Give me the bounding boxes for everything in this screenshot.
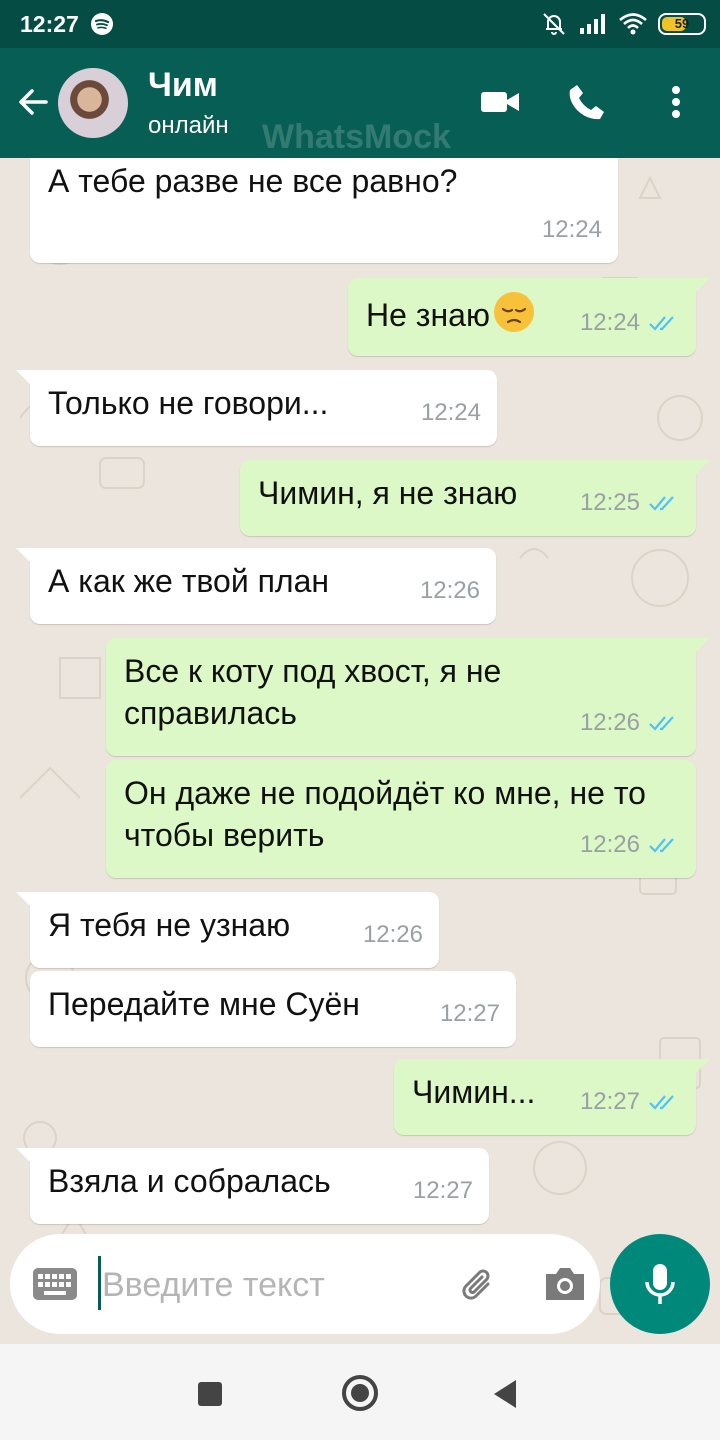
battery-icon: 59 [658,13,706,35]
message-composer[interactable] [10,1234,600,1334]
contact-name[interactable]: Чим [148,66,218,105]
message-meta: 12:27 [413,1170,473,1212]
home-icon-inner [351,1384,369,1402]
message-bubble-incoming[interactable]: Я тебя не узнаю 12:26 [16,892,439,968]
mute-bell-icon [543,13,565,35]
paperclip-attach-icon[interactable] [456,1262,500,1306]
message-text: Чимин... [412,1074,536,1110]
status-icons: 59 [540,10,706,38]
message-time: 12:24 [420,399,481,426]
message-bubble-outgoing[interactable]: Все к коту под хвост, я не справилась 12… [106,638,710,756]
message-meta: 12:25 [580,482,680,524]
avatar[interactable] [58,68,128,138]
status-bar: 12:27 59 [0,0,720,48]
message-time: 12:26 [419,577,480,604]
message-time: 12:26 [579,831,640,858]
message-text: Только не говори... [48,385,329,421]
message-bubble-outgoing[interactable]: Чимин... 12:27 [394,1059,710,1135]
message-time: 12:27 [579,1088,640,1115]
message-meta: 12:24 [542,209,602,251]
message-meta: 12:27 [580,1081,680,1123]
system-navigation-bar [0,1344,720,1440]
message-text: Он даже не подойдёт ко мне, не то чтобы … [124,775,646,853]
pensive-face-emoji-icon [493,292,534,332]
message-bubble-incoming[interactable]: А тебе разве не все равно? 12:24 [30,158,618,263]
message-bubble-outgoing[interactable]: Он даже не подойдёт ко мне, не то чтобы … [106,760,696,878]
message-time: 12:27 [439,1000,500,1027]
message-text: Взяла и собралась [48,1163,331,1199]
message-bubble-incoming[interactable]: Взяла и собралась 12:27 [16,1148,489,1224]
wifi-icon [619,13,647,35]
message-time: 12:24 [579,309,640,336]
read-ticks-icon [649,496,674,511]
message-time: 12:27 [412,1177,473,1204]
message-text: Передайте мне Суён [48,986,360,1022]
message-text: А как же твой план [48,563,330,599]
read-ticks-icon [649,1095,674,1110]
message-meta: 12:24 [421,392,481,434]
message-bubble-incoming[interactable]: Передайте мне Суён 12:27 [30,971,516,1047]
read-ticks-icon [649,316,674,331]
message-time: 12:24 [541,216,602,243]
home-icon[interactable] [342,1375,378,1411]
message-bubble-outgoing[interactable]: Чимин, я не знаю 12:25 [240,460,710,536]
read-ticks-icon [649,838,674,853]
battery-level: 59 [674,16,690,31]
recent-apps-icon[interactable] [198,1382,222,1406]
message-input[interactable] [102,1260,432,1310]
keyboard-icon[interactable] [32,1266,78,1302]
message-meta: 12:26 [363,914,423,956]
read-ticks-icon [649,716,674,731]
message-bubble-incoming[interactable]: А как же твой план 12:26 [16,548,496,624]
chat-header: Чим онлайн WhatsMock [0,48,720,158]
status-time: 12:27 [20,11,79,37]
message-time: 12:26 [362,921,423,948]
message-text: А тебе разве не все равно? [48,163,458,199]
spotify-icon [91,13,113,35]
message-bubble-incoming[interactable]: Только не говори... 12:24 [16,370,497,446]
message-text: Не знаю [366,297,490,333]
message-time: 12:25 [579,489,640,516]
chat-area[interactable]: А тебе разве не все равно? 12:24 Не знаю… [0,158,720,1344]
message-text: Чимин, я не знаю [258,475,518,511]
message-meta: 12:24 [580,302,680,344]
contact-status: онлайн [148,112,229,139]
back-arrow-icon[interactable] [12,80,56,124]
message-bubble-outgoing[interactable]: Не знаю 12:24 [348,278,710,356]
message-text: Я тебя не узнаю [48,907,291,943]
message-meta: 12:26 [420,570,480,612]
watermark: WhatsMock [262,118,451,156]
microphone-icon [645,1264,675,1304]
message-time: 12:26 [579,709,640,736]
text-caret [98,1256,101,1310]
message-meta: 12:27 [440,993,500,1035]
more-options-icon[interactable] [662,82,690,122]
voice-message-button[interactable] [610,1234,710,1334]
message-meta: 12:26 [580,702,680,744]
camera-icon[interactable] [542,1264,588,1304]
message-text: Все к коту под хвост, я не справилась [124,653,502,731]
back-triangle-icon[interactable] [494,1380,516,1408]
message-meta: 12:26 [580,824,680,866]
video-call-icon[interactable] [480,86,520,118]
signal-icon [580,14,605,34]
phone-call-icon[interactable] [567,82,607,122]
